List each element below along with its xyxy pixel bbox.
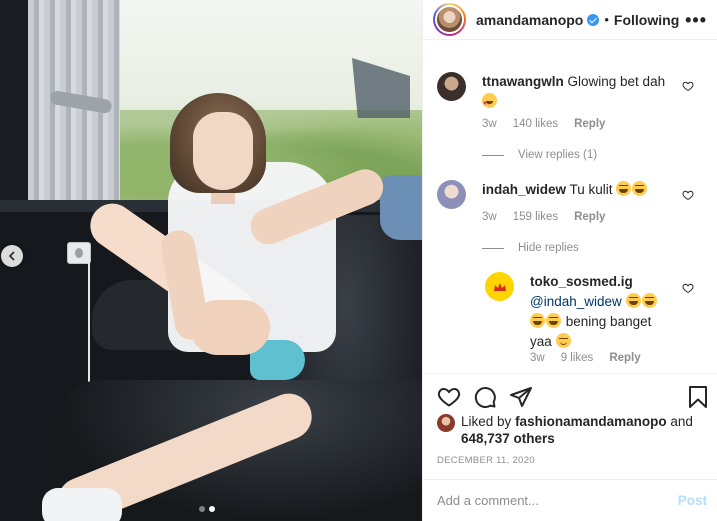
carousel-indicator: [199, 506, 215, 512]
verified-badge-icon: [587, 13, 600, 26]
commenter-avatar[interactable]: [437, 180, 466, 209]
comment-age: 3w: [482, 211, 497, 223]
reply-likes[interactable]: 9 likes: [561, 352, 594, 364]
comment-age: 3w: [482, 118, 497, 130]
bookmark-icon[interactable]: [687, 385, 709, 409]
heart-outline-icon[interactable]: [437, 385, 461, 409]
reply-meta: 3w 9 likes Reply: [530, 352, 641, 364]
tears-of-joy-emoji-icon: [546, 313, 561, 328]
liker-avatar[interactable]: [437, 414, 455, 432]
replies-line: [482, 247, 504, 249]
likes-summary: Liked by fashionamandamanopo and 648,737…: [437, 413, 707, 447]
following-button[interactable]: Following: [614, 12, 679, 28]
view-replies-toggle[interactable]: View replies (1): [482, 149, 597, 161]
post-comment-button[interactable]: Post: [678, 493, 707, 508]
author-username[interactable]: amandamanopo: [476, 12, 583, 28]
liked-by-conjunction: and: [670, 414, 693, 429]
tears-of-joy-emoji-icon: [530, 313, 545, 328]
liked-by-others[interactable]: 648,737 others: [461, 431, 555, 446]
reply-text-tail: yaa: [530, 334, 552, 349]
comment-meta: 3w 140 likes Reply: [482, 118, 605, 130]
post-date[interactable]: DECEMBER 11, 2020: [437, 455, 535, 466]
comment-bubble-icon[interactable]: [473, 385, 497, 409]
carousel-dot-active: [209, 506, 215, 512]
comment-username[interactable]: ttnawangwln: [482, 74, 564, 89]
carousel-prev-button[interactable]: [1, 245, 23, 267]
reply-avatar[interactable]: [485, 272, 514, 301]
commenter-avatar[interactable]: [437, 72, 466, 101]
comment-reply-button[interactable]: Reply: [574, 118, 605, 130]
comment-composer: Post: [423, 479, 717, 521]
comment-likes[interactable]: 159 likes: [513, 211, 558, 223]
reply-mention[interactable]: @indah_widew: [530, 294, 622, 309]
chevron-left-icon: [8, 251, 15, 261]
header-separator: •: [604, 12, 609, 27]
power-outlet: [67, 242, 91, 264]
liked-by-user[interactable]: fashionamandamanopo: [515, 414, 667, 429]
more-options-icon[interactable]: •••: [685, 10, 707, 31]
post-header: amandamanopo • Following •••: [423, 0, 717, 40]
person-shoe: [42, 488, 122, 521]
comment-text: Glowing bet dah: [567, 74, 666, 89]
liked-by-prefix: Liked by: [461, 414, 512, 429]
tears-of-joy-emoji-icon: [641, 293, 657, 308]
person-face: [193, 112, 253, 190]
carousel-dot: [199, 506, 205, 512]
comment-likes[interactable]: 140 likes: [513, 118, 558, 130]
grinning-sweat-emoji-icon: [555, 333, 571, 348]
crown-logo-icon: [493, 282, 506, 291]
comment-like-heart-icon[interactable]: [682, 189, 694, 201]
hide-replies-toggle[interactable]: Hide replies: [482, 242, 579, 254]
comment-reply-button[interactable]: Reply: [574, 211, 605, 223]
add-comment-input[interactable]: [437, 493, 678, 508]
tears-of-joy-emoji-icon: [625, 293, 641, 308]
comment-meta: 3w 159 likes Reply: [482, 211, 605, 223]
tears-of-joy-emoji-icon: [632, 181, 648, 196]
paper-plane-icon[interactable]: [509, 385, 533, 409]
view-replies-label: View replies (1): [518, 149, 598, 161]
heart-eyes-emoji-icon: [482, 93, 497, 114]
replies-line: [482, 154, 504, 156]
reply-username[interactable]: toko_sosmed.ig: [530, 274, 633, 289]
post-panel: amandamanopo • Following ••• ttnawangwln…: [422, 0, 717, 521]
tears-of-joy-emoji-icon: [616, 181, 632, 196]
author-avatar[interactable]: [433, 3, 466, 36]
reply-like-heart-icon[interactable]: [682, 282, 694, 294]
avatar: [435, 5, 464, 34]
reply-reply-button[interactable]: Reply: [609, 352, 640, 364]
reply-text: bening banget: [565, 314, 652, 329]
person-hands: [190, 300, 270, 355]
comment-like-heart-icon[interactable]: [682, 80, 694, 92]
reply-age: 3w: [530, 352, 545, 364]
comment-username[interactable]: indah_widew: [482, 182, 566, 197]
post-photo[interactable]: [0, 0, 422, 521]
comment-text: Tu kulit: [569, 182, 613, 197]
hide-replies-label: Hide replies: [518, 242, 579, 254]
folded-jeans: [380, 175, 422, 240]
